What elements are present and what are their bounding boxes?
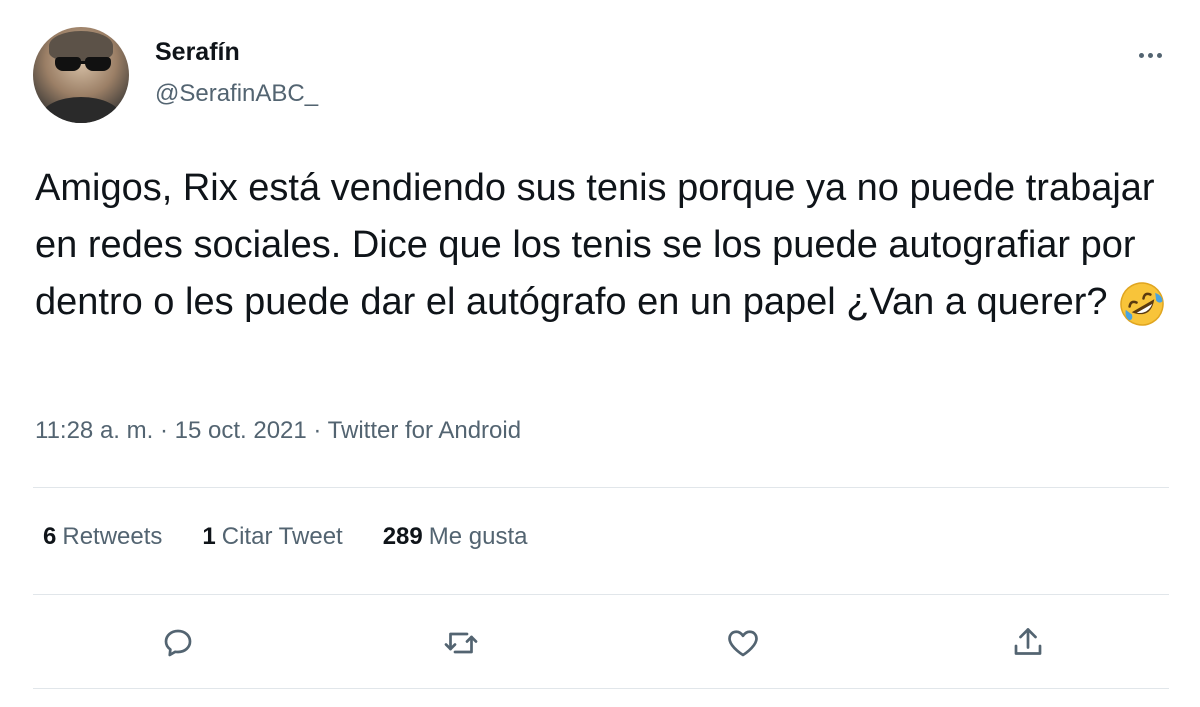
reply-icon <box>164 629 192 657</box>
meta-separator: · <box>159 417 168 444</box>
more-dot-icon <box>1138 52 1144 58</box>
divider <box>33 487 1169 488</box>
tweet-source[interactable]: Twitter for Android <box>328 417 521 444</box>
tweet-time[interactable]: 11:28 a. m. <box>35 417 153 444</box>
quotes-stat[interactable]: 1 Citar Tweet <box>202 523 342 551</box>
tweet-meta: 11:28 a. m. · 15 oct. 2021 · Twitter for… <box>35 417 521 445</box>
like-button[interactable] <box>718 618 768 668</box>
tweet-date[interactable]: 15 oct. 2021 <box>175 417 307 444</box>
more-dot-icon <box>1147 52 1153 58</box>
meta-separator: · <box>313 417 322 444</box>
avatar-glasses-right <box>85 57 111 71</box>
avatar[interactable] <box>33 27 129 123</box>
reply-button[interactable] <box>153 618 203 668</box>
author-handle[interactable]: @SerafinABC_ <box>155 80 318 108</box>
share-icon <box>1014 628 1042 655</box>
tweet-text: Amigos, Rix está vendiendo sus tenis por… <box>35 167 1155 323</box>
tweet-stats: 6 Retweets 1 Citar Tweet 289 Me gusta <box>43 523 567 551</box>
likes-stat[interactable]: 289 Me gusta <box>383 523 528 551</box>
divider <box>33 688 1169 689</box>
tweet-body: Amigos, Rix está vendiendo sus tenis por… <box>35 160 1175 331</box>
more-dot-icon <box>1156 52 1162 58</box>
divider <box>33 594 1169 595</box>
retweet-icon <box>444 632 478 654</box>
retweets-count: 6 <box>43 523 57 550</box>
retweets-label: Retweets <box>62 523 163 550</box>
quotes-count: 1 <box>202 523 216 550</box>
avatar-glasses-left <box>55 57 81 71</box>
rolling-on-floor-laughing-icon <box>1119 282 1164 326</box>
likes-count: 289 <box>382 523 423 550</box>
likes-label: Me gusta <box>428 523 528 550</box>
heart-icon <box>728 630 758 657</box>
tweet-actions <box>33 608 1169 678</box>
author-display-name[interactable]: Serafín <box>155 38 240 67</box>
share-button[interactable] <box>1003 618 1053 668</box>
more-options-button[interactable] <box>1128 40 1172 70</box>
quotes-label: Citar Tweet <box>221 523 343 550</box>
retweets-stat[interactable]: 6 Retweets <box>43 523 162 551</box>
retweet-button[interactable] <box>436 618 486 668</box>
avatar-shirt <box>41 97 121 123</box>
